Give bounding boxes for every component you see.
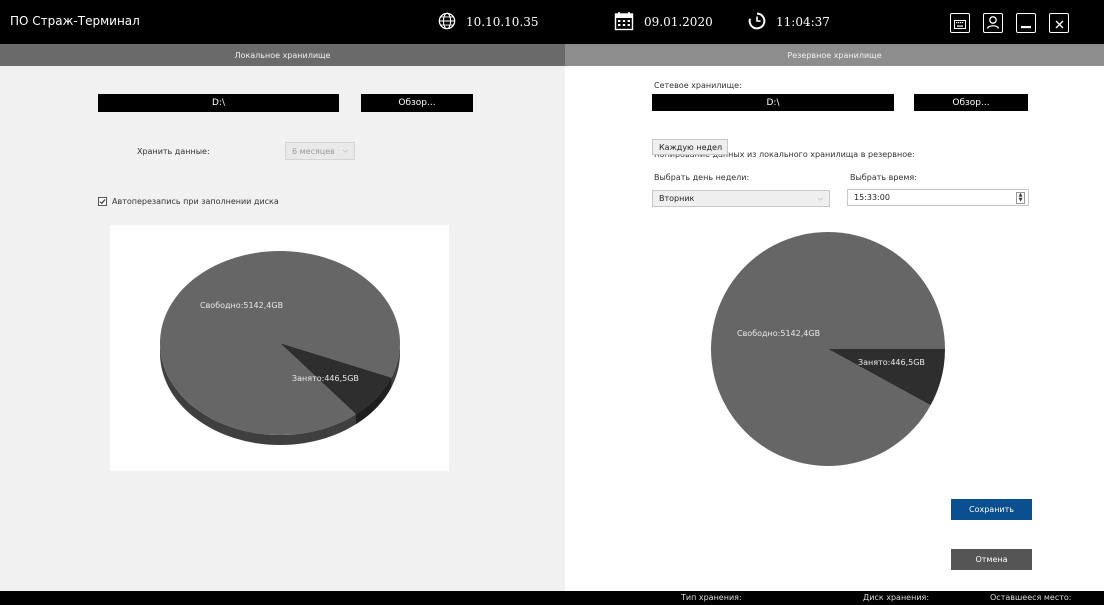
minimize-icon xyxy=(1021,14,1031,33)
local-usage-pie-chart: Свободно:5142,4GB Занято:446,5GB xyxy=(160,251,401,445)
save-button[interactable]: Сохранить xyxy=(951,499,1032,520)
date-status: 09.01.2020 xyxy=(614,0,713,44)
backup-usage-pie-chart: Свободно:5142,4GB Занято:446,5GB xyxy=(711,231,945,466)
chevron-down-icon: ⌵ xyxy=(715,142,721,151)
ip-status: 10.10.10.35 xyxy=(438,0,539,44)
close-button[interactable] xyxy=(1049,13,1069,33)
local-path-field[interactable]: D:\ xyxy=(98,94,339,112)
copy-frequency-value: Каждую недел xyxy=(659,142,723,152)
storage-disk-label: Диск хранения: xyxy=(863,593,930,602)
chevron-down-icon: ⌵ xyxy=(342,146,348,155)
current-date: 09.01.2020 xyxy=(644,15,713,29)
storage-type-label: Тип хранения: xyxy=(681,593,742,602)
local-free-label: Свободно:5142,4GB xyxy=(200,301,283,310)
keyboard-button[interactable] xyxy=(950,13,970,33)
local-used-label: Занято:446,5GB xyxy=(292,374,359,383)
ip-address: 10.10.10.35 xyxy=(466,15,539,29)
status-footer: Тип хранения: Диск хранения: Оставшееся … xyxy=(0,591,1104,605)
time-value: 15:33:00 xyxy=(854,193,890,202)
globe-icon xyxy=(438,12,456,33)
keep-data-select[interactable]: 6 месяцев ⌵ xyxy=(285,142,355,160)
local-browse-button[interactable]: Обзор... xyxy=(361,94,473,112)
check-icon xyxy=(99,199,106,205)
time-select-label: Выбрать время: xyxy=(850,173,917,182)
time-input[interactable]: 15:33:00 ▲ ▼ xyxy=(847,189,1029,206)
chevron-down-icon: ⌵ xyxy=(817,194,823,202)
keyboard-icon xyxy=(954,14,966,33)
user-icon xyxy=(986,14,1000,33)
time-status: 11:04:37 xyxy=(748,0,830,44)
tab-backup-storage[interactable]: Резервное хранилище xyxy=(565,44,1104,66)
backup-used-label: Занято:446,5GB xyxy=(858,358,925,367)
local-storage-header: Локальное хранилище xyxy=(234,50,331,60)
current-time: 11:04:37 xyxy=(776,15,830,29)
top-bar: ПО Страж-Терминал 10.10.10.35 09.01.2020… xyxy=(0,0,1104,44)
clock-icon xyxy=(748,12,766,33)
app-window: ПО Страж-Терминал 10.10.10.35 09.01.2020… xyxy=(0,0,1104,605)
backup-path-field[interactable]: D:\ xyxy=(652,94,894,111)
backup-free-label: Свободно:5142,4GB xyxy=(737,329,820,338)
network-storage-label: Сетевое хранилище: xyxy=(654,81,742,90)
local-chart-box: Свободно:5142,4GB Занято:446,5GB xyxy=(110,225,449,471)
user-button[interactable] xyxy=(983,13,1003,33)
weekday-select[interactable]: Вторник ⌵ xyxy=(652,190,830,207)
overwrite-option[interactable]: Автоперезапись при заполнении диска xyxy=(98,197,279,206)
time-spinner[interactable]: ▲ ▼ xyxy=(1016,192,1025,204)
backup-storage-header: Резервное хранилище xyxy=(787,50,882,60)
tab-local-storage[interactable]: Локальное хранилище xyxy=(0,44,565,66)
remaining-space-label: Оставшееся место: xyxy=(990,593,1072,602)
close-icon xyxy=(1055,14,1064,33)
keep-data-label: Хранить данные: xyxy=(137,147,210,156)
keep-data-value: 6 месяцев xyxy=(292,146,335,156)
overwrite-label: Автоперезапись при заполнении диска xyxy=(112,197,279,206)
weekday-label: Выбрать день недели: xyxy=(654,173,750,182)
backup-browse-button[interactable]: Обзор... xyxy=(914,94,1028,111)
minimize-button[interactable] xyxy=(1016,13,1036,33)
cancel-button[interactable]: Отмена xyxy=(951,549,1032,570)
copy-frequency-select[interactable]: Каждую недел ⌵ xyxy=(652,139,728,155)
overwrite-checkbox[interactable] xyxy=(98,197,107,206)
weekday-value: Вторник xyxy=(659,194,695,203)
app-title: ПО Страж-Терминал xyxy=(10,14,140,28)
calendar-icon xyxy=(614,11,634,34)
